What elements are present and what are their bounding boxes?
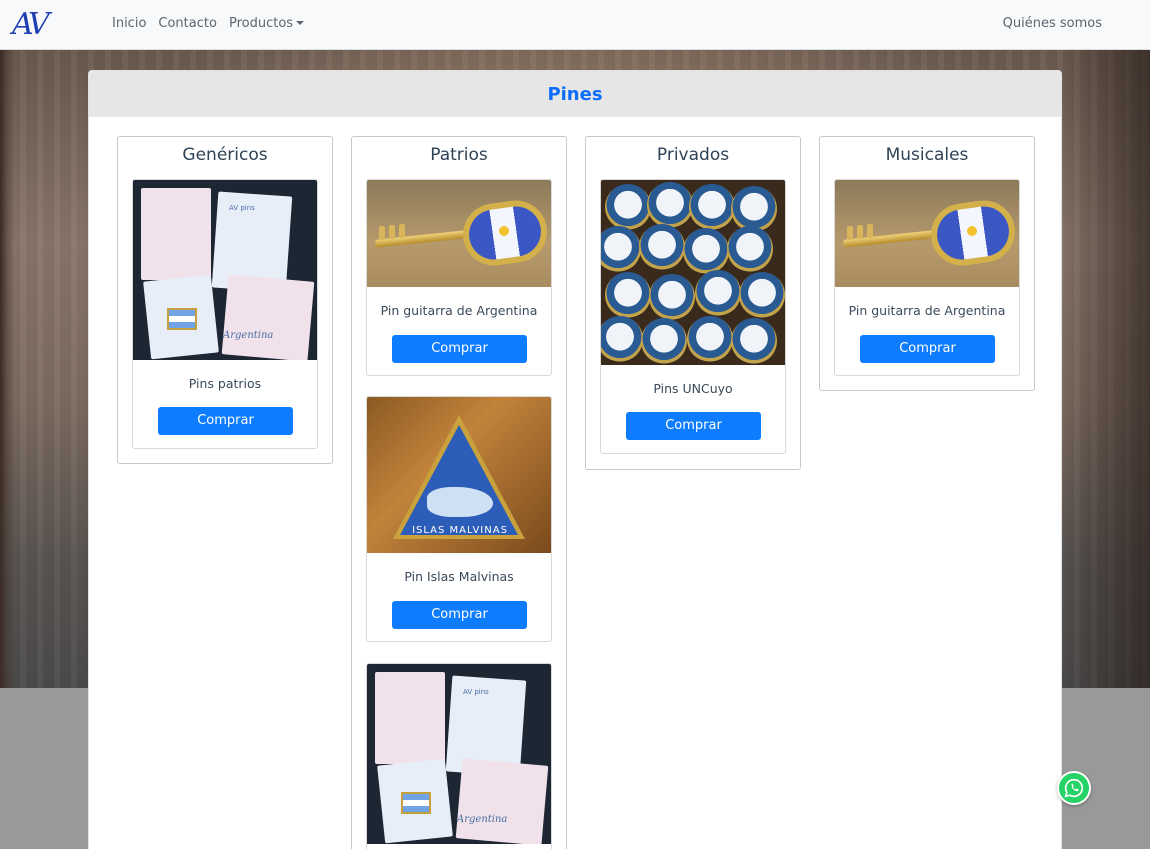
product-image-pin-guitarra[interactable] <box>367 180 551 287</box>
category-title: Privados <box>656 145 730 165</box>
page-title: Pines <box>547 83 603 105</box>
product-name[interactable]: Pin Islas Malvinas <box>367 569 551 584</box>
category-title: Musicales <box>885 145 969 165</box>
buy-button[interactable]: Comprar <box>626 412 761 440</box>
nav-links: Inicio Contacto Productos <box>112 16 305 31</box>
category-musicales: Musicales Pin guitarra de Argentina Comp… <box>819 136 1035 391</box>
buy-button[interactable]: Comprar <box>392 601 527 629</box>
buy-button[interactable]: Comprar <box>392 335 527 363</box>
nav-link-quienes-somos[interactable]: Quiénes somos <box>1003 16 1102 31</box>
product-image-pin-islas-malvinas[interactable]: ISLAS MALVINAS <box>367 397 551 553</box>
image-script-text: Argentina <box>223 330 274 341</box>
product-card: Pins UNCuyo Comprar <box>600 179 786 454</box>
image-pin-text: ISLAS MALVINAS <box>412 525 508 536</box>
product-image-pin-guitarra[interactable] <box>835 180 1019 287</box>
product-card: Argentina AV pins Pins patrios Comprar <box>132 179 318 449</box>
caret-down-icon <box>296 21 305 25</box>
nav-link-inicio[interactable]: Inicio <box>112 16 146 31</box>
product-image-pins-patrios[interactable]: Argentina AV pins <box>367 664 551 844</box>
nav-link-productos[interactable]: Productos <box>228 16 305 31</box>
category-title: Patrios <box>430 145 488 165</box>
product-name[interactable]: Pins UNCuyo <box>601 381 785 396</box>
product-image-pins-uncuyo[interactable] <box>601 180 785 365</box>
products-card: Pines Genéricos Argentina AV pins Pins p… <box>88 70 1062 849</box>
product-card: Pin guitarra de Argentina Comprar <box>834 179 1020 376</box>
product-card: Argentina AV pins <box>366 663 552 849</box>
product-card: ISLAS MALVINAS Pin Islas Malvinas Compra… <box>366 396 552 642</box>
category-patrios: Patrios Pin guitarra de Argentina Compra… <box>351 136 567 849</box>
category-title: Genéricos <box>182 145 268 165</box>
brand-logo[interactable]: AV <box>12 8 86 42</box>
whatsapp-icon[interactable] <box>1057 771 1091 805</box>
buy-button[interactable]: Comprar <box>158 407 293 435</box>
nav-link-contacto[interactable]: Contacto <box>158 16 217 31</box>
product-name[interactable]: Pin guitarra de Argentina <box>835 303 1019 318</box>
image-script-text: Argentina <box>457 814 508 825</box>
image-card-text: AV pins <box>229 204 255 212</box>
products-card-header: Pines <box>89 71 1061 117</box>
product-card: Pin guitarra de Argentina Comprar <box>366 179 552 376</box>
product-name[interactable]: Pin guitarra de Argentina <box>367 303 551 318</box>
category-privados: Privados Pins UNCuyo Comprar <box>585 136 801 470</box>
navbar: AV Inicio Contacto Productos Quiénes som… <box>0 0 1150 50</box>
whatsapp-glyph <box>1064 778 1084 798</box>
product-image-pins-patrios[interactable]: Argentina AV pins <box>133 180 317 360</box>
image-card-text: AV pins <box>463 688 489 696</box>
product-name[interactable]: Pins patrios <box>133 376 317 391</box>
buy-button[interactable]: Comprar <box>860 335 995 363</box>
nav-link-productos-label: Productos <box>228 16 294 31</box>
category-genericos: Genéricos Argentina AV pins Pins patrios… <box>117 136 333 464</box>
